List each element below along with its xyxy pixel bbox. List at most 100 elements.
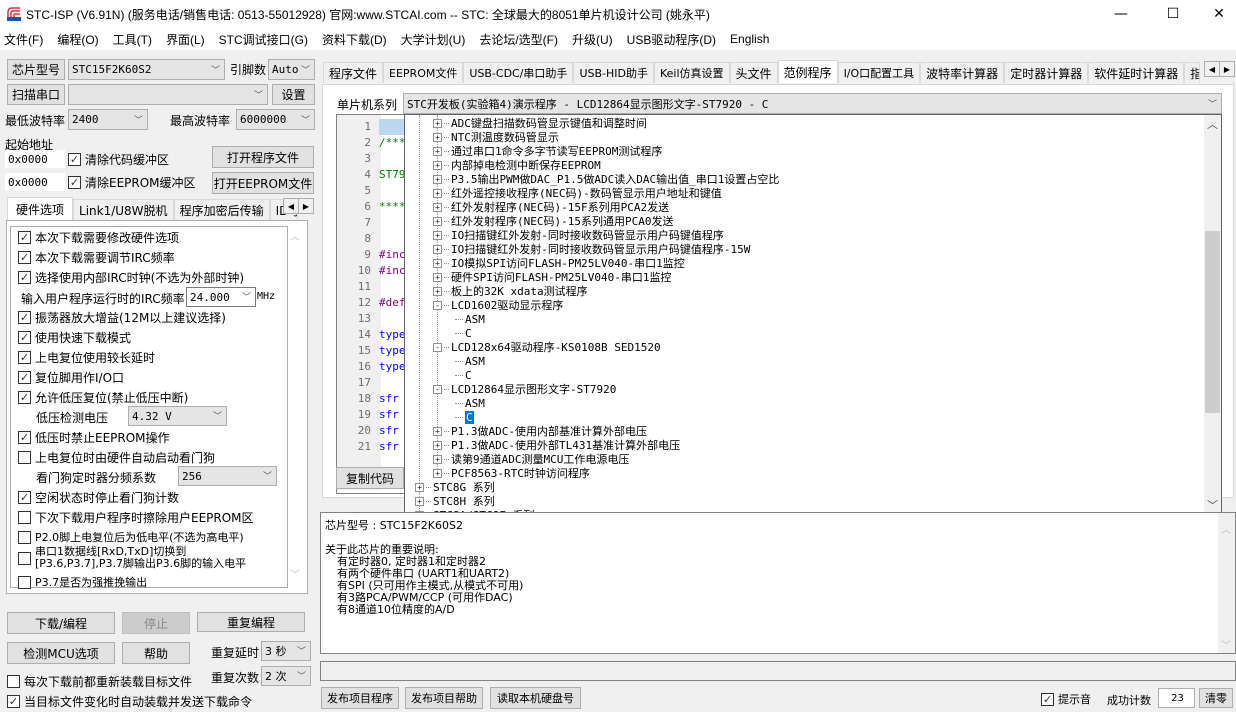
tree-item[interactable]: + PCF8563-RTC时钟访问程序 [433,466,590,480]
expand-icon[interactable]: + [433,202,442,212]
reload-target-checkbox[interactable]: 每次下载前都重新装载目标文件 [7,673,192,690]
menu-usb-driver[interactable]: USB驱动程序(D) [625,31,722,48]
min-baud-select[interactable]: 2400 ﹀ [68,109,148,130]
tab-scroll-right-icon[interactable]: ▶ [298,198,314,214]
expand-icon[interactable]: + [433,258,442,268]
menu-tools[interactable]: 工具(T) [111,31,158,48]
option-internal-irc[interactable]: ✓ 选择使用内部IRC时钟(不选为外部时钟) [18,269,244,286]
option-osc-gain[interactable]: ✓ 振荡器放大增益(12M以上建议选择) [18,309,226,326]
hardware-options-scrollbar[interactable]: ︿ ﹀ [288,226,305,588]
expand-icon[interactable]: + [433,468,442,478]
option-idle-stop-watchdog[interactable]: ✓ 空闲状态时停止看门狗计数 [18,489,179,506]
publish-project-help-button[interactable]: 发布项目帮助 [405,687,483,709]
expand-icon[interactable]: + [433,272,442,282]
info-scrollbar[interactable]: ︿ ﹀ [1218,513,1235,653]
eeprom-address-input[interactable]: 0x0000 [5,173,65,191]
publish-project-program-button[interactable]: 发布项目程序 [321,687,399,709]
scroll-down-icon[interactable]: ﹀ [1221,637,1231,652]
scrollbar-thumb[interactable] [1205,231,1220,413]
option-uart-switch[interactable]: 串口1数据线[RxD,TxD]切换到 [P3.6,P3.7],P3.7脚输出P3.… [18,546,246,570]
option-p20-low[interactable]: P2.0脚上电复位后为低电平(不选为高电平) [18,529,244,545]
option-long-reset-delay[interactable]: ✓ 上电复位使用较长延时 [18,349,155,366]
tree-item[interactable]: ASM [451,312,485,326]
close-button[interactable]: ✕ [1196,0,1236,28]
tree-item[interactable]: + 红外遥控接收程序(NEC码)-数码管显示用户地址和键值 [433,186,722,200]
option-reset-pin-io[interactable]: ✓ 复位脚用作I/O口 [18,369,124,386]
open-program-file-button[interactable]: 打开程序文件 [212,146,314,168]
tree-item[interactable]: + ADC键盘扫描数码管显示键值和调整时间 [433,116,647,130]
tree-item[interactable]: - LCD1602驱动显示程序 [433,298,563,312]
menu-file[interactable]: 文件(F) [2,31,49,48]
tree-item[interactable]: + 板上的32K xdata测试程序 [433,284,588,298]
expand-icon[interactable]: + [433,174,442,184]
tree-item[interactable]: + IO扫描键红外发射-同时接收数码管显示用户码键值程序-15W [433,242,750,256]
collapse-icon[interactable]: - [433,384,442,394]
tree-item[interactable]: + 红外发射程序(NEC码)-15系列通用PCA0发送 [433,214,673,228]
tab-example-programs[interactable]: 范例程序 [777,60,838,83]
expand-icon[interactable]: + [433,118,442,128]
expand-icon[interactable]: + [433,230,442,240]
scroll-down-icon[interactable]: ﹀ [290,566,300,581]
download-program-button[interactable]: 下载/编程 [7,612,115,634]
port-select[interactable]: ﹀ [68,84,268,105]
menu-forum[interactable]: 去论坛/选型(F) [477,31,564,48]
expand-icon[interactable]: + [415,482,424,492]
option-low-voltage-reset[interactable]: ✓ 允许低压复位(禁止低压中断) [18,389,188,406]
copy-code-button[interactable]: 复制代码 [336,467,404,489]
low-voltage-select[interactable]: 4.32 V ﹀ [128,406,227,426]
tree-item[interactable]: ASM [451,354,485,368]
tab-delay-calculator[interactable]: 软件延时计算器 [1088,62,1185,83]
max-baud-select[interactable]: 6000000 ﹀ [236,109,315,130]
chip-type-select[interactable]: STC15F2K60S2 ﹀ [68,59,225,80]
example-tree-dropdown[interactable]: + ADC键盘扫描数码管显示键值和调整时间 + NTC测温度数码管显示 + 通过串口1命令… [404,114,1222,514]
tab-more[interactable]: 指 [1184,62,1201,83]
menu-program[interactable]: 编程(O) [55,31,104,48]
expand-icon[interactable]: + [433,286,442,296]
tree-item[interactable]: + STC8H 系列 [415,494,495,508]
tab-encrypted-transfer[interactable]: 程序加密后传输 [173,199,270,220]
tree-item[interactable]: - LCD12864显示图形文字-ST7920 [433,382,616,396]
clear-eeprom-buffer-checkbox[interactable]: ✓ 清除EEPROM缓冲区 [68,174,196,191]
minimize-button[interactable]: — [1098,0,1144,28]
mcu-series-select[interactable]: STC开发板(实验箱4)演示程序 - LCD12864显示图形文字-ST7920… [403,93,1222,114]
detect-mcu-button[interactable]: 检测MCU选项 [7,642,115,664]
tab-baud-calculator[interactable]: 波特率计算器 [920,62,1005,83]
scan-port-button[interactable]: 扫描串口 [7,84,65,105]
tree-scrollbar[interactable]: ︿ ﹀ [1204,115,1221,513]
scroll-down-icon[interactable]: ﹀ [1207,497,1218,513]
option-p37-push-pull[interactable]: P3.7是否为强推挽输出 [18,574,147,590]
tree-item[interactable]: + 硬件SPI访问FLASH-PM25LV040-串口1监控 [433,270,671,284]
tree-item[interactable]: C [451,326,472,340]
menu-interface[interactable]: 界面(L) [164,31,211,48]
menu-upgrade[interactable]: 升级(U) [570,31,619,48]
clear-code-buffer-checkbox[interactable]: ✓ 清除代码缓冲区 [68,151,169,168]
option-adjust-irc[interactable]: ✓ 本次下载需要调节IRC频率 [18,249,175,266]
repeat-count-select[interactable]: 2 次 ﹀ [261,666,311,686]
expand-icon[interactable]: + [433,146,442,156]
option-hw-watchdog[interactable]: 上电复位时由硬件自动启动看门狗 [18,449,215,466]
tab-eeprom-file[interactable]: EEPROM文件 [383,62,464,83]
expand-icon[interactable]: + [433,132,442,142]
expand-icon[interactable]: + [433,216,442,226]
repeat-delay-select[interactable]: 3 秒 ﹀ [261,641,311,661]
tab-keil-settings[interactable]: Keil仿真设置 [653,62,730,83]
collapse-icon[interactable]: - [433,300,442,310]
menu-english[interactable]: English [728,32,775,46]
tab-program-file[interactable]: 程序文件 [323,62,384,83]
expand-icon[interactable]: + [433,454,442,464]
clear-count-button[interactable]: 清零 [1199,688,1233,708]
menu-debug-interface[interactable]: STC调试接口(G) [217,31,314,48]
menu-downloads[interactable]: 资料下载(D) [320,31,393,48]
sound-checkbox[interactable]: ✓ 提示音 [1041,691,1091,707]
tree-item[interactable]: + 通过串口1命令多字节读写EEPROM测试程序 [433,144,662,158]
tree-item[interactable]: - LCD128x64驱动程序-KS0108B SED1520 [433,340,661,354]
maximize-button[interactable]: ☐ [1150,0,1196,28]
scroll-up-icon[interactable]: ︿ [290,228,300,243]
tab-scroll-left-icon[interactable]: ◀ [283,198,299,214]
tree-item[interactable]: + STC8G 系列 [415,480,495,494]
open-eeprom-file-button[interactable]: 打开EEPROM文件 [212,172,314,194]
success-count-field[interactable]: 23 [1158,688,1195,708]
read-disk-id-button[interactable]: 读取本机硬盘号 [490,687,581,709]
option-fast-download[interactable]: ✓ 使用快速下载模式 [18,329,131,346]
chip-type-button[interactable]: 芯片型号 [7,59,65,80]
